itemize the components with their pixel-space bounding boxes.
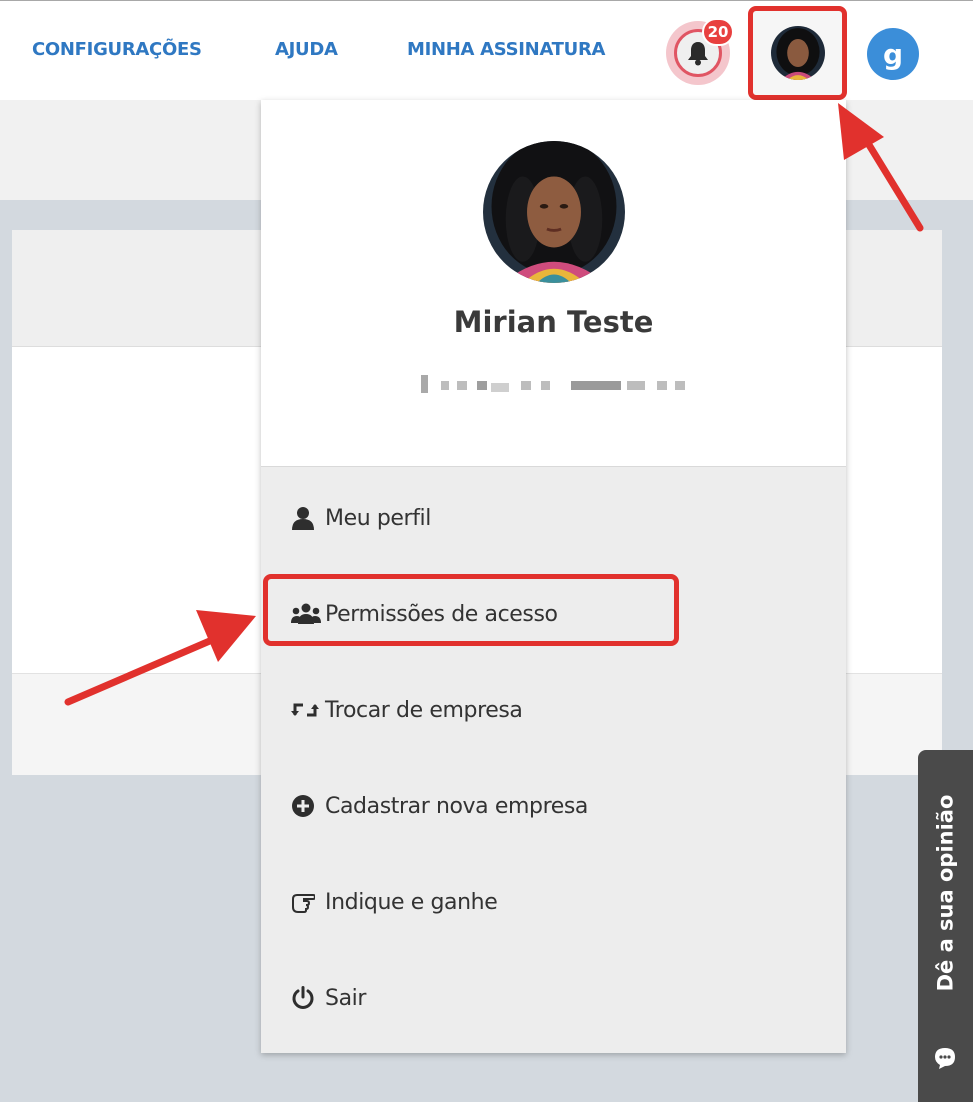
feedback-label: Dê a sua opinião — [933, 794, 958, 991]
plus-circle-icon — [291, 793, 325, 819]
menu-item-meu-perfil[interactable]: Meu perfil — [261, 470, 846, 566]
menu-item-label: Meu perfil — [325, 505, 431, 531]
profile-avatar-button[interactable] — [748, 6, 847, 100]
power-icon — [291, 985, 325, 1011]
highlight-box-permissoes — [263, 574, 679, 646]
feedback-label-wrap: Dê a sua opinião — [918, 750, 973, 1035]
menu-item-label: Trocar de empresa — [325, 697, 523, 723]
menu-item-cadastrar-nova-empresa[interactable]: Cadastrar nova empresa — [261, 758, 846, 854]
top-bar: CONFIGURAÇÕES AJUDA MINHA ASSINATURA 20 … — [0, 0, 973, 100]
user-name: Mirian Teste — [453, 305, 654, 339]
profile-photo — [483, 141, 625, 283]
menu-item-indique-e-ganhe[interactable]: Indique e ganhe — [261, 854, 846, 950]
profile-dropdown-header: Mirian Teste — [261, 100, 846, 467]
nav-minha-assinatura-link[interactable]: MINHA ASSINATURA — [407, 39, 605, 60]
menu-item-label: Sair — [325, 985, 367, 1011]
feedback-tab[interactable]: Dê a sua opinião — [918, 750, 973, 1102]
menu-item-label: Indique e ganhe — [325, 889, 498, 915]
avatar — [770, 26, 825, 80]
user-icon — [291, 505, 325, 531]
brand-logo[interactable]: g — [867, 28, 919, 80]
retweet-icon — [291, 697, 325, 723]
menu-item-sair[interactable]: Sair — [261, 950, 846, 1046]
menu-item-label: Cadastrar nova empresa — [325, 793, 589, 819]
notification-count-badge: 20 — [702, 18, 734, 46]
bell-icon — [688, 42, 708, 66]
nav-configuracoes-link[interactable]: CONFIGURAÇÕES — [32, 39, 202, 60]
user-email-redacted — [421, 375, 701, 395]
hand-pointer-icon — [291, 889, 325, 915]
menu-item-trocar-de-empresa[interactable]: Trocar de empresa — [261, 662, 846, 758]
chat-icon — [930, 1043, 960, 1073]
nav-ajuda-link[interactable]: AJUDA — [275, 39, 338, 60]
